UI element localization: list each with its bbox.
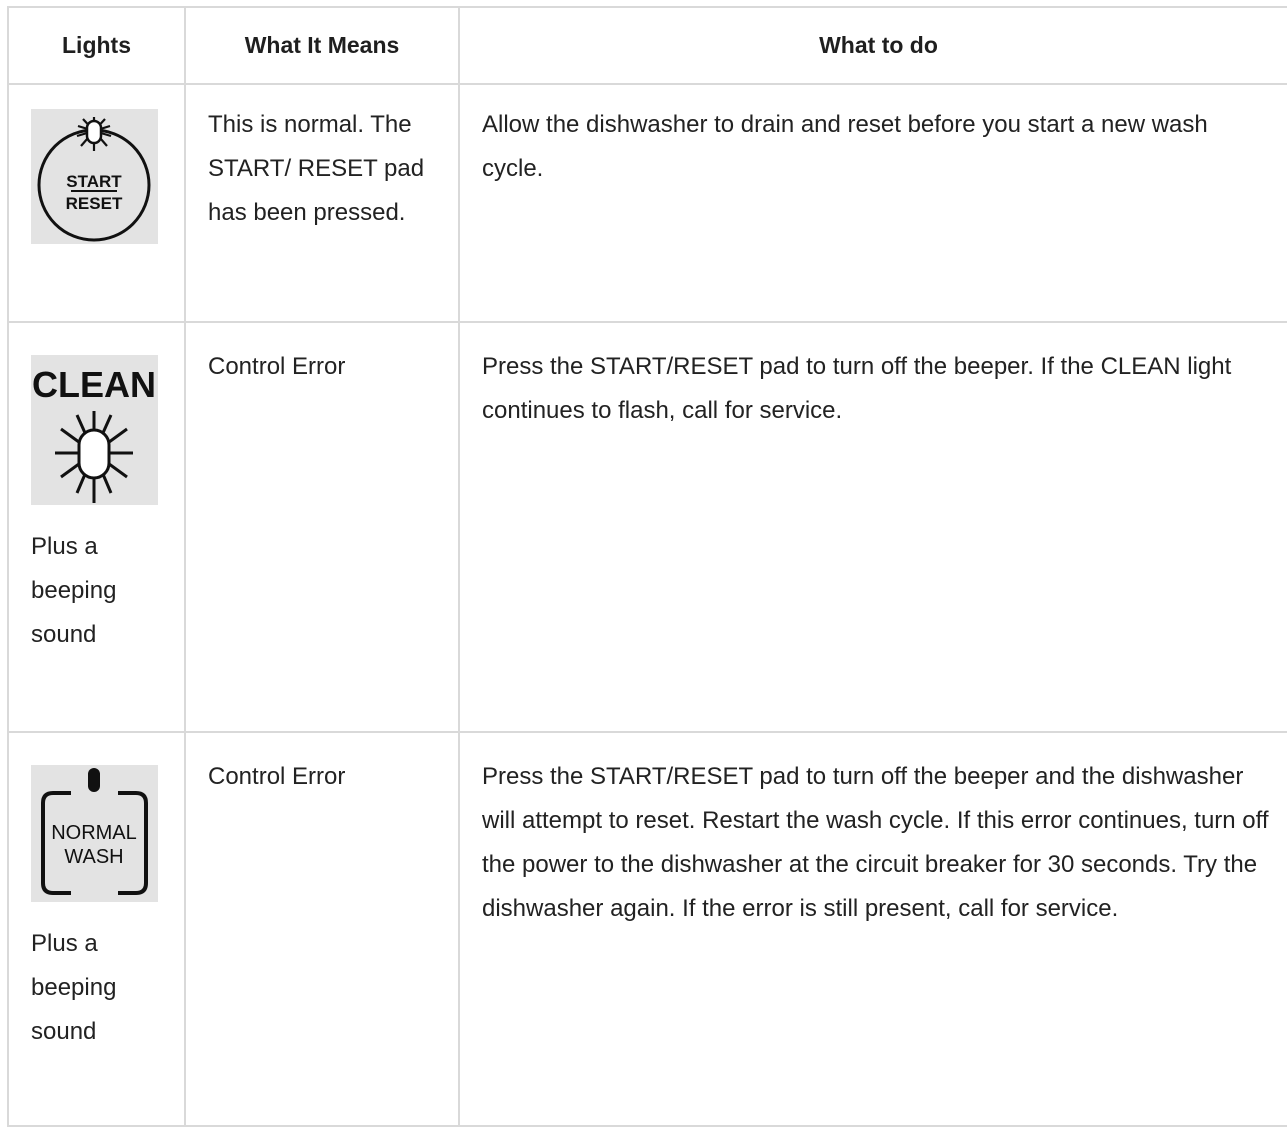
icon-label-wash: WASH bbox=[64, 846, 123, 868]
table-header-row: Lights What It Means What to do bbox=[7, 6, 1287, 85]
normal-wash-light-icon: NORMAL WASH bbox=[31, 765, 158, 902]
icon-label-start: START bbox=[66, 172, 122, 191]
error-lights-table: Lights What It Means What to do START RE… bbox=[7, 6, 1287, 1127]
header-what-it-means: What It Means bbox=[184, 6, 460, 85]
icon-label-reset: RESET bbox=[66, 194, 123, 213]
meaning-cell: This is normal. The START/ RESET pad has… bbox=[184, 83, 460, 323]
header-lights: Lights bbox=[7, 6, 186, 85]
action-cell: Allow the dishwasher to drain and reset … bbox=[458, 83, 1287, 323]
lights-cell: NORMAL WASH Plus a beeping sound bbox=[7, 731, 186, 1127]
action-cell: Press the START/RESET pad to turn off th… bbox=[458, 731, 1287, 1127]
beeping-note: Plus a beeping sound bbox=[31, 533, 117, 648]
table-row: START RESET This is normal. The START/ R… bbox=[7, 83, 1287, 323]
icon-label-clean: CLEAN bbox=[32, 364, 156, 405]
header-what-to-do: What to do bbox=[458, 6, 1287, 85]
start-reset-light-icon: START RESET bbox=[31, 109, 158, 244]
meaning-cell: Control Error bbox=[184, 731, 460, 1127]
table-row: NORMAL WASH Plus a beeping sound Control… bbox=[7, 731, 1287, 1127]
table-row: CLEAN Plus a beeping sound Control Error… bbox=[7, 321, 1287, 733]
meaning-cell: Control Error bbox=[184, 321, 460, 733]
icon-label-normal: NORMAL bbox=[51, 822, 137, 844]
lights-cell: START RESET bbox=[7, 83, 186, 323]
beeping-note: Plus a beeping sound bbox=[31, 930, 117, 1045]
clean-flashing-light-icon: CLEAN bbox=[31, 355, 158, 505]
lights-cell: CLEAN Plus a beeping sound bbox=[7, 321, 186, 733]
action-cell: Press the START/RESET pad to turn off th… bbox=[458, 321, 1287, 733]
